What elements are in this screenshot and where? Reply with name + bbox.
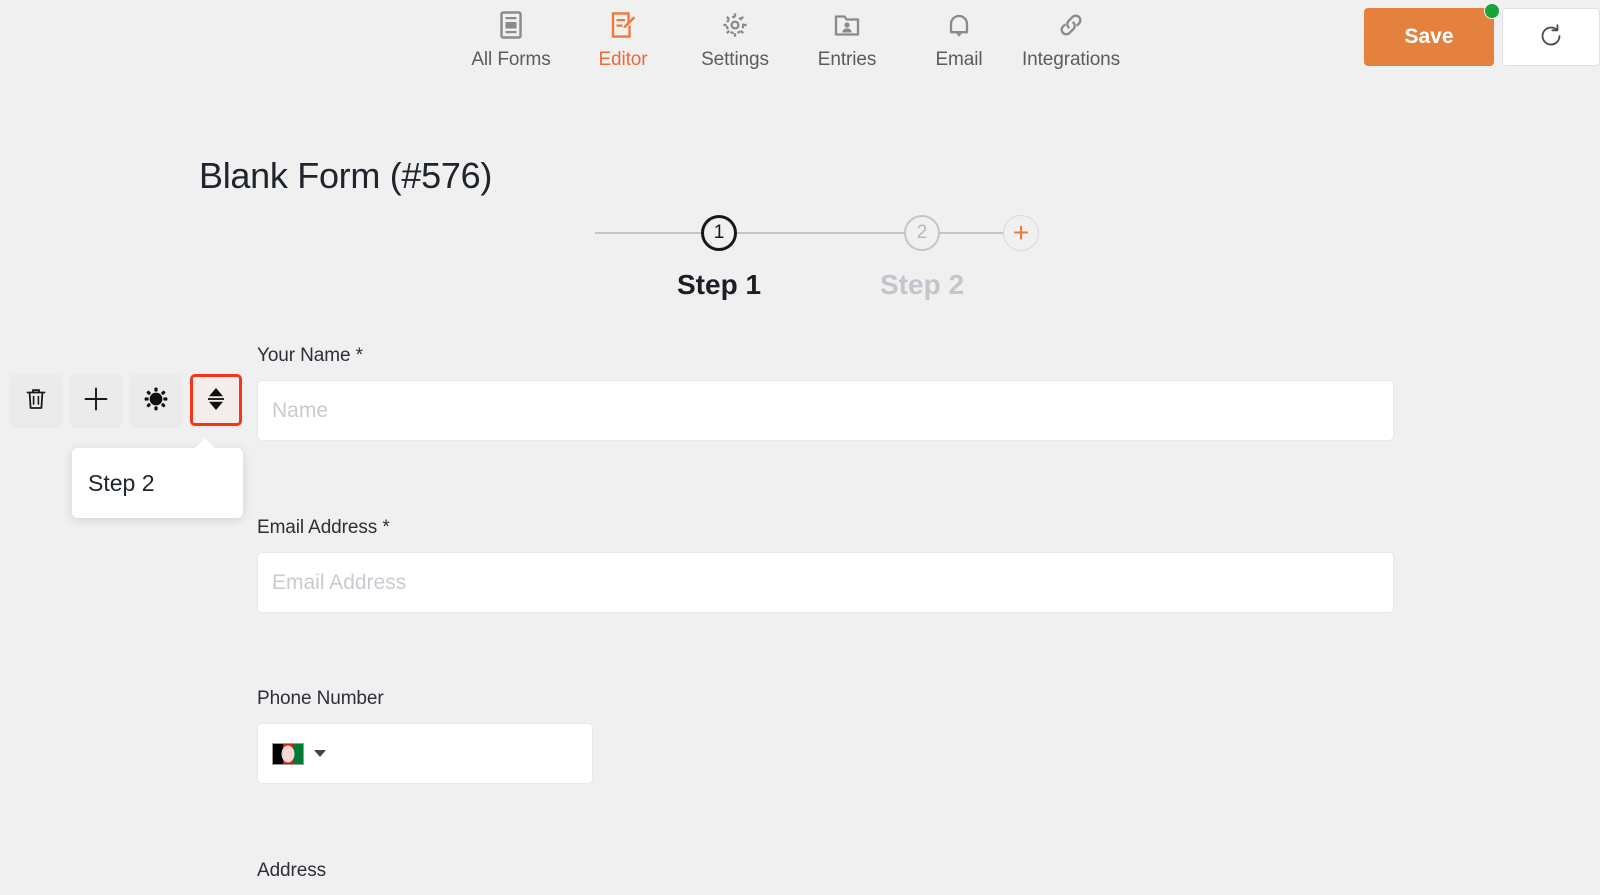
afghanistan-flag-icon[interactable]	[272, 742, 304, 765]
popover-arrow	[194, 438, 216, 449]
field-label-text: Your Name	[257, 345, 351, 366]
required-asterisk: *	[382, 517, 390, 538]
form-fields-area: Your Name * Name Email Address * Email A…	[257, 345, 1394, 895]
delete-field-button[interactable]	[10, 374, 62, 426]
entries-folder-person-icon	[832, 8, 862, 42]
nav-item-editor[interactable]: Editor	[567, 8, 679, 71]
page-title: Blank Form (#576)	[199, 155, 493, 196]
add-field-button[interactable]	[70, 374, 122, 426]
step-circle-1[interactable]: 1	[701, 215, 738, 251]
your-name-placeholder: Name	[272, 398, 329, 422]
field-settings-button[interactable]	[130, 374, 182, 426]
gear-filled-icon	[143, 386, 169, 415]
email-address-placeholder: Email Address	[272, 570, 407, 594]
link-chain-icon	[1056, 8, 1086, 42]
field-action-toolbar	[10, 374, 242, 426]
move-to-step-popover: Step 2	[72, 438, 243, 518]
field-label-address: Address	[257, 860, 1394, 882]
forms-list-icon	[497, 8, 525, 42]
revert-arrow-icon	[1538, 23, 1564, 52]
nav-item-all-forms[interactable]: All Forms	[455, 8, 567, 71]
add-step-button[interactable]: +	[1003, 215, 1039, 251]
field-email-address: Email Address * Email Address	[257, 517, 1394, 613]
editor-pencil-icon	[608, 8, 638, 42]
nav-item-entries[interactable]: Entries	[791, 8, 903, 71]
unsaved-changes-badge	[1484, 3, 1500, 19]
required-asterisk: *	[355, 345, 363, 366]
nav-label-editor: Editor	[598, 49, 648, 70]
phone-number-input[interactable]	[257, 723, 593, 784]
field-label-email-address: Email Address *	[257, 517, 1394, 539]
add-step-node[interactable]: +	[1003, 215, 1039, 251]
revert-button[interactable]	[1502, 8, 1600, 66]
nav-label-email: Email	[935, 49, 983, 70]
save-button[interactable]: Save	[1364, 3, 1500, 66]
save-button-label: Save	[1404, 25, 1454, 48]
field-label-your-name: Your Name *	[257, 345, 1394, 367]
move-field-button[interactable]	[190, 374, 242, 426]
top-toolbar: All Forms Editor Settings Entries Email …	[0, 0, 1600, 86]
plus-icon: +	[1012, 217, 1030, 248]
field-phone-number: Phone Number	[257, 688, 1394, 784]
step-node-1[interactable]: 1 Step 1	[677, 215, 761, 301]
nav-item-email[interactable]: Email	[903, 8, 1015, 71]
your-name-input[interactable]: Name	[257, 380, 1394, 441]
plus-icon	[83, 386, 109, 415]
step-node-2[interactable]: 2 Step 2	[880, 215, 964, 301]
nav-label-all-forms: All Forms	[471, 49, 551, 70]
field-address: Address	[257, 860, 1394, 882]
chevron-down-icon[interactable]	[314, 750, 326, 757]
main-navigation: All Forms Editor Settings Entries Email …	[455, 8, 1127, 71]
nav-item-integrations[interactable]: Integrations	[1015, 8, 1127, 71]
email-address-input[interactable]: Email Address	[257, 552, 1394, 613]
step-label-2: Step 2	[880, 269, 965, 300]
field-label-text: Email Address	[257, 517, 378, 538]
step-label-1: Step 1	[677, 269, 762, 300]
save-actions: Save	[1364, 3, 1600, 66]
nav-label-entries: Entries	[817, 49, 877, 70]
nav-item-settings[interactable]: Settings	[679, 8, 791, 71]
step-circle-2[interactable]: 2	[904, 215, 941, 251]
field-label-text: Address	[257, 860, 327, 881]
bell-icon	[945, 8, 973, 42]
field-label-text: Phone Number	[257, 688, 384, 709]
trash-icon	[24, 386, 48, 415]
field-label-phone-number: Phone Number	[257, 688, 1394, 710]
up-down-arrows-icon	[205, 386, 227, 415]
nav-label-settings: Settings	[701, 49, 769, 70]
gear-icon	[720, 8, 750, 42]
popover-option-step-2[interactable]: Step 2	[88, 470, 155, 497]
field-your-name: Your Name * Name	[257, 345, 1394, 441]
form-steps-indicator: 1 Step 1 2 Step 2 +	[595, 215, 1045, 325]
nav-label-integrations: Integrations	[1021, 49, 1121, 70]
